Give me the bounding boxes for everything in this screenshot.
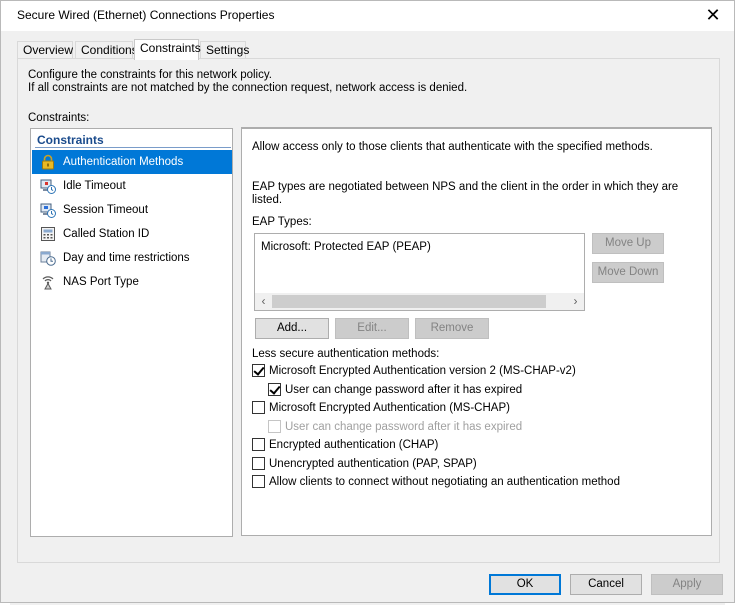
ms-chap-v2-change-password-checkbox[interactable] <box>268 383 281 396</box>
constraint-item-idle-timeout[interactable]: Idle Timeout <box>32 174 232 198</box>
unauthenticated-access-label: Allow clients to connect without negotia… <box>269 475 620 488</box>
ms-chap-change-password-option[interactable]: User can change password after it has ex… <box>268 420 522 433</box>
apply-button[interactable]: Apply <box>651 574 723 595</box>
constraint-item-called-station-id[interactable]: Called Station ID <box>32 222 232 246</box>
ms-chap-option[interactable]: Microsoft Encrypted Authentication (MS-C… <box>252 401 510 414</box>
chap-checkbox[interactable] <box>252 438 265 451</box>
tab-description: Configure the constraints for this netwo… <box>28 69 467 95</box>
tab-conditions[interactable]: Conditions <box>75 41 138 59</box>
constraint-item-label: Called Station ID <box>63 228 150 240</box>
antenna-icon <box>40 274 56 290</box>
constraint-item-session-timeout[interactable]: Session Timeout <box>32 198 232 222</box>
remove-button[interactable]: Remove <box>415 318 489 339</box>
title-bar: Secure Wired (Ethernet) Connections Prop… <box>1 1 734 31</box>
ms-chap-label: Microsoft Encrypted Authentication (MS-C… <box>269 401 510 414</box>
cancel-button[interactable]: Cancel <box>570 574 642 595</box>
eap-type-item[interactable]: Microsoft: Protected EAP (PEAP) <box>261 241 431 253</box>
ms-chap-v2-checkbox[interactable] <box>252 364 265 377</box>
eap-types-list[interactable]: Microsoft: Protected EAP (PEAP) ‹ › <box>254 233 585 311</box>
description-line-2: If all constraints are not matched by th… <box>28 82 468 94</box>
constraint-item-label: NAS Port Type <box>63 276 139 288</box>
constraints-list-header: Constraints <box>37 133 104 147</box>
less-secure-methods-label: Less secure authentication methods: <box>252 348 440 360</box>
ms-chap-v2-change-password-label: User can change password after it has ex… <box>285 383 523 396</box>
horizontal-scrollbar[interactable]: ‹ › <box>255 293 584 310</box>
session-timeout-icon <box>40 202 56 218</box>
ms-chap-change-password-label: User can change password after it has ex… <box>285 420 523 433</box>
clock-icon <box>40 250 56 266</box>
chap-option[interactable]: Encrypted authentication (CHAP) <box>252 438 438 451</box>
move-down-button[interactable]: Move Down <box>592 262 664 283</box>
ms-chap-change-password-checkbox[interactable] <box>268 420 281 433</box>
constraint-item-day-time-restrictions[interactable]: Day and time restrictions <box>32 246 232 270</box>
edit-button[interactable]: Edit... <box>335 318 409 339</box>
list-header-divider <box>35 147 231 148</box>
scrollbar-thumb[interactable] <box>272 295 546 308</box>
auth-intro-text: Allow access only to those clients that … <box>252 141 653 153</box>
station-id-icon <box>40 226 56 242</box>
ms-chap-v2-label: Microsoft Encrypted Authentication versi… <box>269 364 576 377</box>
eap-note-line-2: listed. <box>252 194 283 206</box>
idle-timeout-icon <box>40 178 56 194</box>
description-line-1: Configure the constraints for this netwo… <box>28 69 272 81</box>
unauthenticated-access-checkbox[interactable] <box>252 475 265 488</box>
eap-note-line-1: EAP types are negotiated between NPS and… <box>252 181 679 193</box>
scroll-right-arrow-icon[interactable]: › <box>567 293 584 310</box>
constraint-item-label: Idle Timeout <box>63 180 126 192</box>
pap-spap-checkbox[interactable] <box>252 457 265 470</box>
pap-spap-label: Unencrypted authentication (PAP, SPAP) <box>269 457 477 470</box>
ms-chap-checkbox[interactable] <box>252 401 265 414</box>
eap-types-label: EAP Types: <box>252 216 312 228</box>
pap-spap-option[interactable]: Unencrypted authentication (PAP, SPAP) <box>252 457 477 470</box>
ms-chap-v2-change-password-option[interactable]: User can change password after it has ex… <box>268 383 522 396</box>
constraint-item-nas-port-type[interactable]: NAS Port Type <box>32 270 232 294</box>
window-title: Secure Wired (Ethernet) Connections Prop… <box>17 8 275 22</box>
tab-settings[interactable]: Settings <box>200 41 249 59</box>
constraint-item-label: Session Timeout <box>63 204 149 216</box>
close-icon[interactable]: ✕ <box>702 4 724 26</box>
chap-label: Encrypted authentication (CHAP) <box>269 438 439 451</box>
tab-constraints[interactable]: Constraints <box>134 39 201 60</box>
scroll-left-arrow-icon[interactable]: ‹ <box>255 293 272 310</box>
constraint-item-label: Authentication Methods <box>63 156 184 168</box>
lock-icon <box>40 154 56 170</box>
unauthenticated-access-option[interactable]: Allow clients to connect without negotia… <box>252 475 620 488</box>
ms-chap-v2-option[interactable]: Microsoft Encrypted Authentication versi… <box>252 364 576 377</box>
constraint-item-authentication-methods[interactable]: Authentication Methods <box>32 150 232 174</box>
properties-dialog: Secure Wired (Ethernet) Connections Prop… <box>0 0 735 603</box>
add-button[interactable]: Add... <box>255 318 329 339</box>
move-up-button[interactable]: Move Up <box>592 233 664 254</box>
constraint-item-label: Day and time restrictions <box>63 252 190 264</box>
constraints-label: Constraints: <box>28 112 90 124</box>
ok-button[interactable]: OK <box>489 574 561 595</box>
authentication-methods-panel: Allow access only to those clients that … <box>241 127 712 536</box>
constraints-list: Constraints Authentication Methods Idle … <box>30 128 233 537</box>
constraints-tab-panel: Configure the constraints for this netwo… <box>17 58 720 563</box>
tab-overview[interactable]: Overview <box>17 41 73 59</box>
